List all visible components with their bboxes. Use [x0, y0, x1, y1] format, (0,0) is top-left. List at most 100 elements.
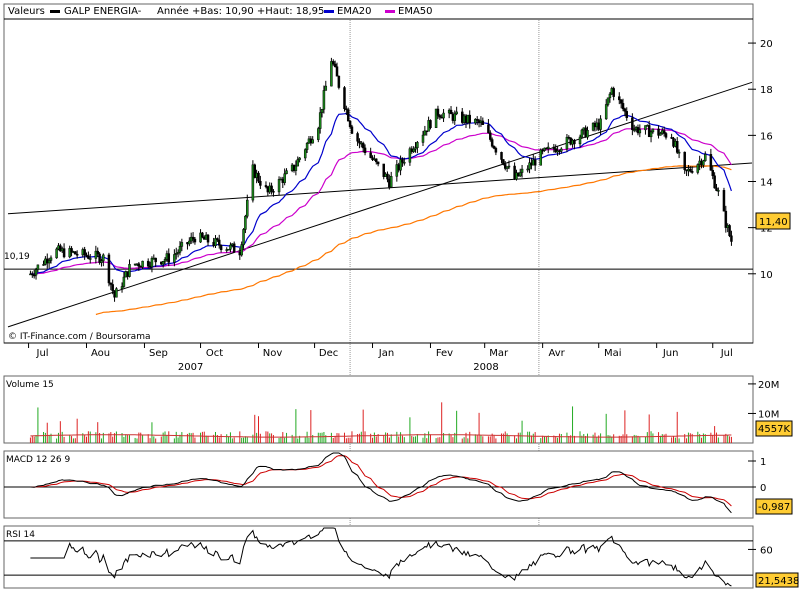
y-tick-label-18: 18 — [760, 85, 773, 96]
candle-body — [232, 243, 236, 253]
candle-body — [163, 259, 167, 262]
candle-body — [173, 254, 176, 263]
candle-body — [612, 88, 615, 97]
candle-body — [599, 118, 602, 130]
x-month-label-Nov: Nov — [263, 348, 283, 359]
candle-body — [546, 146, 550, 149]
candle-body — [154, 257, 157, 263]
rsi-last-value: 21,5438 — [758, 576, 799, 587]
x-month-label-Oct: Oct — [206, 348, 223, 359]
candle-body — [677, 151, 681, 154]
candle-body — [376, 161, 380, 165]
candle-body — [193, 238, 197, 243]
candle-body — [285, 170, 288, 175]
candle-body — [294, 165, 298, 171]
candle-body — [324, 85, 328, 91]
candle-body — [416, 142, 419, 148]
candle-body — [206, 234, 210, 243]
candle-body — [573, 139, 576, 145]
candle-body — [500, 152, 503, 160]
x-month-label-Aou: Aou — [91, 348, 110, 359]
series-swatch — [50, 10, 60, 13]
candle-body — [34, 269, 38, 276]
candle-body — [518, 172, 522, 177]
macd-last-value: -0,987 — [758, 502, 790, 513]
candle-body — [49, 257, 53, 261]
x-month-label-Jan: Jan — [378, 348, 394, 359]
candle-body — [62, 248, 66, 258]
candle-body — [333, 63, 337, 67]
candle-body — [348, 120, 352, 128]
candle-body — [492, 146, 496, 149]
candle-body — [704, 154, 707, 161]
candle-body — [442, 112, 445, 119]
x-month-label-Avr: Avr — [548, 348, 565, 359]
candle-body — [623, 108, 627, 112]
last-price-value: 11,40 — [759, 217, 788, 228]
candle-body — [412, 148, 415, 152]
candle-body — [560, 148, 563, 152]
candle-body — [137, 263, 141, 267]
candle-body — [74, 251, 77, 255]
candle-body — [201, 232, 204, 238]
candle-body — [386, 173, 389, 180]
candle-body — [468, 114, 471, 124]
candle-body — [724, 210, 728, 228]
candle-body — [696, 164, 700, 173]
candle-body — [55, 248, 58, 259]
candle-body — [438, 115, 442, 118]
candle-body — [259, 180, 262, 186]
candle-body — [619, 99, 623, 104]
candle-body — [283, 173, 286, 183]
candle-body — [369, 152, 372, 158]
x-month-label-Dec: Dec — [319, 348, 338, 359]
macd-title: MACD 12 26 9 — [6, 455, 70, 465]
candle-body — [277, 179, 281, 193]
ema20-label: EMA20 — [337, 6, 372, 17]
candle-body — [47, 260, 51, 264]
menu-label[interactable]: Valeurs — [8, 6, 45, 17]
candle-body — [178, 246, 182, 253]
x-month-label-Mai: Mai — [604, 348, 622, 359]
candle-body — [436, 108, 440, 116]
volume-tick-label: 20M — [758, 380, 779, 391]
candle-body — [107, 254, 111, 284]
rsi-title: RSI 14 — [6, 530, 35, 540]
candle-body — [296, 159, 299, 167]
candle-body — [455, 111, 458, 115]
candle-body — [489, 132, 492, 140]
candle-body — [240, 244, 243, 256]
candle-body — [722, 190, 726, 212]
candle-body — [683, 151, 686, 171]
candle-body — [578, 136, 582, 145]
candle-body — [586, 129, 589, 138]
candle-body — [401, 159, 404, 163]
candle-body — [730, 235, 733, 242]
rsi-tick-label: 60 — [760, 545, 773, 556]
candle-body — [96, 250, 99, 255]
candle-body — [167, 253, 171, 263]
candle-body — [320, 108, 324, 113]
candle-body — [507, 165, 511, 168]
y-tick-label-10: 10 — [760, 270, 773, 281]
candle-body — [502, 159, 505, 165]
candle-body — [332, 61, 335, 65]
candle-body — [305, 143, 309, 150]
candle-body — [664, 133, 668, 138]
candle-body — [150, 257, 154, 268]
candle-body — [87, 255, 90, 259]
candle-body — [363, 147, 367, 153]
header-legend: Valeurs GALP ENERGIA- Année +Bas: 10,90 … — [8, 5, 433, 17]
start-value-label: 10,19 — [4, 252, 30, 262]
series-name: GALP ENERGIA- — [64, 6, 142, 17]
candle-body — [217, 239, 221, 246]
candle-body — [608, 93, 612, 99]
candle-body — [356, 133, 359, 142]
candle-body — [421, 134, 425, 143]
candle-body — [180, 242, 184, 247]
candle-body — [449, 109, 453, 115]
x-axis: Jul Aou Sep Oct Nov Dec Jan Fev Mar Avr Mai Jun Jul 2… — [4, 342, 753, 373]
volume-badge: 4557K — [755, 420, 793, 437]
candle-body — [375, 158, 378, 163]
candle-body — [651, 128, 655, 133]
